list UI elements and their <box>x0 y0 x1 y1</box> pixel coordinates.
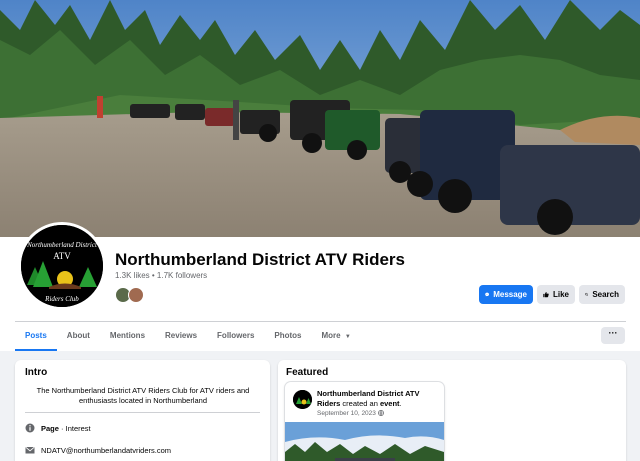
search-label: Search <box>592 290 619 299</box>
logo-text-bottom: Riders Club <box>44 295 79 303</box>
tab-more-label: More <box>321 331 341 340</box>
club-logo-icon <box>293 390 312 409</box>
page-type-value[interactable]: Interest <box>66 424 91 433</box>
page-type-label: Page <box>41 423 59 433</box>
message-label: Message <box>493 290 527 299</box>
event-cover-image[interactable] <box>285 422 444 461</box>
tab-about[interactable]: About <box>57 325 100 351</box>
caret-down-icon: ▼ <box>344 334 351 340</box>
cover-image <box>0 0 640 237</box>
info-icon <box>25 423 35 433</box>
intro-title: Intro <box>25 367 48 378</box>
tab-followers[interactable]: Followers <box>207 325 264 351</box>
logo-text-mid: ATV <box>53 251 71 261</box>
event-author-avatar[interactable] <box>293 390 312 409</box>
tab-posts[interactable]: Posts <box>15 325 57 351</box>
intro-description: The Northumberland District ATV Riders C… <box>36 386 250 405</box>
tab-mentions[interactable]: Mentions <box>100 325 155 351</box>
follower-avatar[interactable] <box>128 287 144 303</box>
tab-more[interactable]: More ▼ <box>312 325 361 351</box>
featured-title: Featured <box>286 367 329 378</box>
like-label: Like <box>552 290 569 299</box>
follower-avatars[interactable] <box>115 287 144 303</box>
search-button[interactable]: Search <box>579 285 625 304</box>
tab-photos[interactable]: Photos <box>264 325 311 351</box>
page-stats[interactable]: 1.3K likes • 1.7K followers <box>115 271 207 280</box>
event-action-pre: created an <box>340 399 380 408</box>
featured-card: Featured Northumberland District ATV Rid… <box>278 360 626 461</box>
message-button[interactable]: Message <box>479 285 533 304</box>
search-icon <box>585 292 589 297</box>
cover-photo[interactable] <box>0 0 640 237</box>
page-avatar[interactable]: Northumberland District ATV Riders Club <box>18 222 106 310</box>
thumbs-up-icon <box>543 291 549 298</box>
intro-divider <box>25 412 260 413</box>
logo-text-top: Northumberland District <box>26 241 98 249</box>
globe-icon <box>377 410 384 417</box>
contact-email[interactable]: NDATV@northumberlandatvriders.com <box>41 446 171 455</box>
club-logo-icon: Northumberland District ATV Riders Club <box>21 225 103 307</box>
event-post-text: Northumberland District ATV Riders creat… <box>317 389 437 409</box>
page-type-row: Page · Interest <box>25 423 91 433</box>
like-button[interactable]: Like <box>537 285 575 304</box>
event-photo <box>285 422 444 461</box>
envelope-icon <box>25 446 35 454</box>
event-date-text: September 10, 2023 <box>317 410 376 417</box>
page-tabs: Posts About Mentions Reviews Followers P… <box>15 325 361 351</box>
tab-reviews[interactable]: Reviews <box>155 325 207 351</box>
email-row: NDATV@northumberlandatvriders.com <box>25 445 171 455</box>
more-options-button[interactable]: ··· <box>601 327 625 344</box>
page-title[interactable]: Northumberland District ATV Riders <box>115 250 405 270</box>
event-action-post: . <box>399 399 402 408</box>
event-action-object[interactable]: event <box>380 399 400 408</box>
featured-event-post[interactable]: Northumberland District ATV Riders creat… <box>285 382 444 461</box>
intro-card: Intro The Northumberland District ATV Ri… <box>15 360 270 461</box>
page-type-separator: · <box>58 423 66 433</box>
event-date[interactable]: September 10, 2023 <box>317 410 384 417</box>
header-divider <box>15 321 626 322</box>
messenger-icon <box>485 292 489 297</box>
